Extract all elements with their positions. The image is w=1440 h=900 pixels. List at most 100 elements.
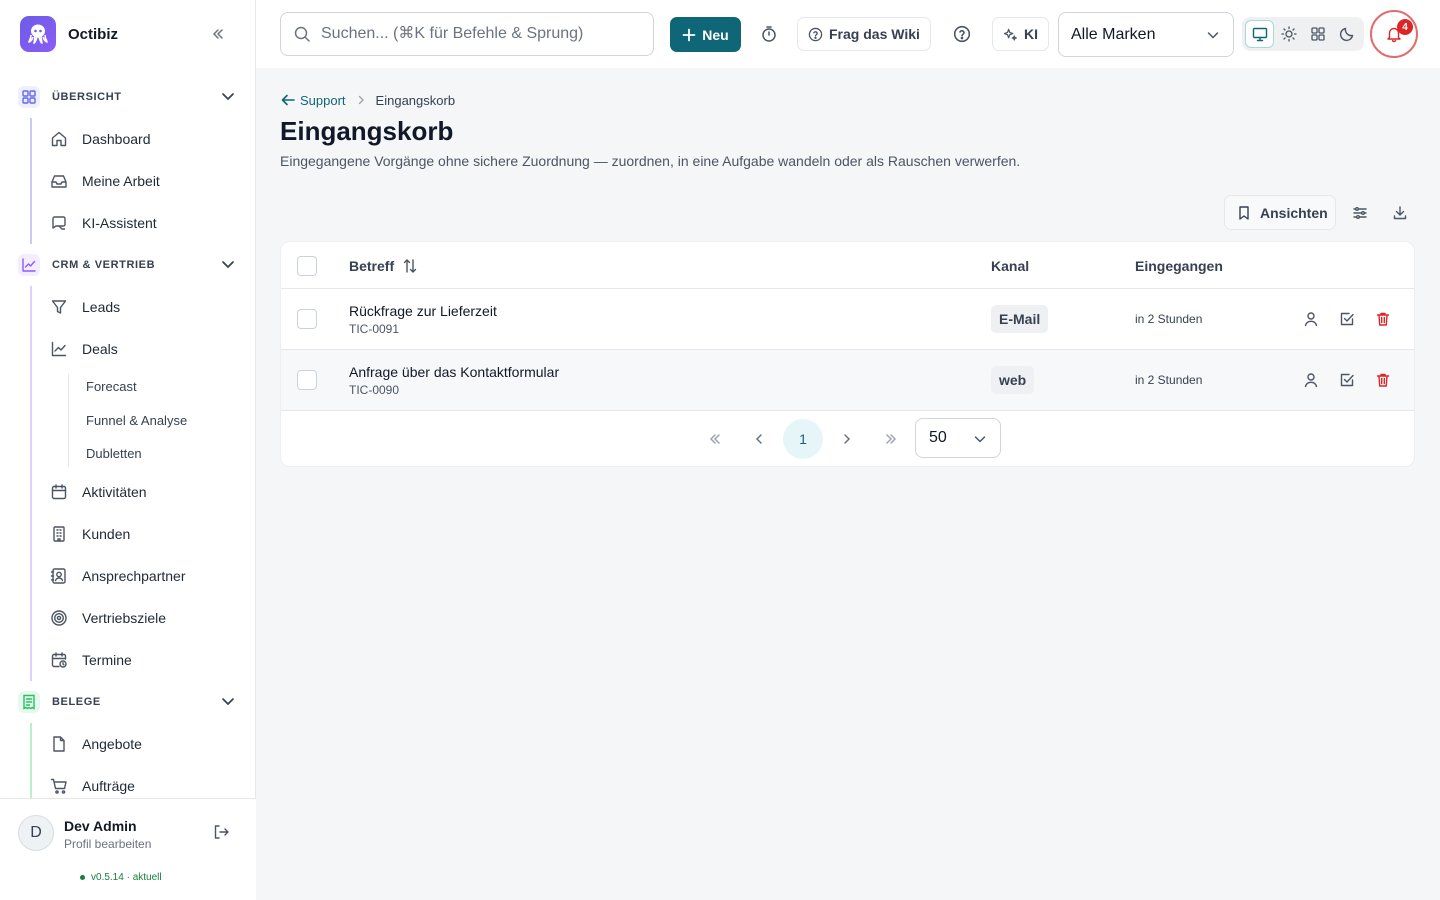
column-header-betreff[interactable]: Betreff bbox=[349, 258, 418, 274]
sidebar-subitem-funnel-analyse[interactable]: Funnel & Analyse bbox=[68, 404, 256, 438]
inbox-icon bbox=[51, 175, 67, 188]
version-info: v0.5.14 · aktuell bbox=[80, 872, 162, 883]
column-header-label: Eingegangen bbox=[1135, 258, 1223, 274]
sidebar-item-vertriebsziele[interactable]: Vertriebsziele bbox=[30, 597, 256, 639]
column-settings-icon[interactable] bbox=[1347, 200, 1373, 226]
chevron-down-icon bbox=[1207, 32, 1219, 39]
notifications-button[interactable]: 4 bbox=[1370, 10, 1418, 58]
section-crm-vertrieb[interactable]: CRM & VERTRIEB bbox=[0, 244, 256, 286]
collapse-sidebar-icon[interactable] bbox=[206, 22, 230, 46]
new-button[interactable]: Neu bbox=[670, 17, 741, 52]
notification-badge: 4 bbox=[1397, 19, 1413, 35]
chevron-down-icon bbox=[974, 436, 986, 443]
views-button[interactable]: Ansichten bbox=[1224, 195, 1336, 230]
assign-user-icon[interactable] bbox=[1300, 369, 1322, 391]
sidebar-item-leads[interactable]: Leads bbox=[30, 286, 256, 328]
arrow-left-icon bbox=[281, 94, 295, 106]
table-row[interactable]: Anfrage über das Kontaktformular TIC-009… bbox=[281, 350, 1414, 411]
section-uebersicht[interactable]: ÜBERSICHT bbox=[0, 76, 256, 118]
calendar-icon bbox=[51, 483, 67, 499]
line-chart-icon bbox=[51, 341, 67, 357]
sidebar-item-label: Meine Arbeit bbox=[82, 173, 160, 189]
row-checkbox[interactable] bbox=[297, 370, 317, 390]
channel-badge: web bbox=[991, 366, 1035, 394]
channel-badge: E-Mail bbox=[991, 305, 1049, 333]
sidebar-item-label: Kunden bbox=[82, 525, 131, 542]
chat-icon bbox=[52, 216, 66, 230]
sidebar-item-termine[interactable]: Termine bbox=[30, 639, 256, 681]
new-button-label: Neu bbox=[702, 26, 729, 43]
chevron-right-icon bbox=[358, 95, 364, 105]
section-belege[interactable]: BELEGE bbox=[0, 681, 256, 723]
section-label: ÜBERSICHT bbox=[52, 91, 122, 103]
sidebar-subitem-forecast[interactable]: Forecast bbox=[68, 370, 256, 404]
page-size-select[interactable]: 50 bbox=[915, 418, 1001, 458]
breadcrumb-current: Eingangskorb bbox=[375, 92, 456, 108]
brand-select[interactable]: Alle Marken bbox=[1058, 12, 1234, 57]
sidebar-item-dashboard[interactable]: Dashboard bbox=[30, 118, 256, 160]
page-title: Eingangskorb bbox=[280, 116, 454, 146]
prev-page-icon[interactable] bbox=[739, 419, 779, 459]
convert-task-icon[interactable] bbox=[1336, 308, 1358, 330]
sidebar-item-label: Termine bbox=[82, 651, 132, 668]
sun-icon[interactable] bbox=[1274, 20, 1303, 48]
table-header: Betreff Kanal Eingegangen bbox=[281, 242, 1414, 289]
theme-switcher bbox=[1242, 17, 1364, 51]
sidebar-item-label: Dashboard bbox=[82, 131, 151, 147]
edit-profile-link[interactable]: Profil bearbeiten bbox=[64, 837, 151, 851]
column-header-label: Betreff bbox=[349, 258, 395, 274]
breadcrumb-back-link[interactable]: Support bbox=[280, 92, 346, 108]
brand-select-value: Alle Marken bbox=[1071, 25, 1156, 43]
column-header-kanal: Kanal bbox=[991, 258, 1029, 274]
chevron-down-icon bbox=[222, 261, 234, 269]
building-icon bbox=[53, 525, 65, 542]
app-name: Octibiz bbox=[68, 25, 119, 43]
brand[interactable]: Octibiz bbox=[20, 16, 118, 52]
sidebar-subitem-dubletten[interactable]: Dubletten bbox=[68, 437, 256, 471]
avatar[interactable]: D bbox=[18, 815, 54, 851]
sidebar-item-label: KI-Assistent bbox=[82, 215, 157, 231]
row-subject[interactable]: Anfrage über das Kontaktformular bbox=[349, 364, 559, 380]
user-name: Dev Admin bbox=[64, 818, 137, 834]
next-page-icon[interactable] bbox=[827, 419, 867, 459]
last-page-icon[interactable] bbox=[871, 419, 911, 459]
timer-icon[interactable] bbox=[754, 19, 784, 49]
download-icon[interactable] bbox=[1387, 200, 1413, 226]
inbox-table: Betreff Kanal Eingegangen Rückfrage zur … bbox=[280, 241, 1415, 467]
chevron-down-icon bbox=[222, 93, 234, 101]
ask-wiki-button[interactable]: Frag das Wiki bbox=[797, 17, 931, 51]
status-dot bbox=[80, 875, 85, 880]
trash-icon[interactable] bbox=[1372, 308, 1394, 330]
page-description: Eingegangene Vorgänge ohne sichere Zuord… bbox=[280, 153, 1021, 169]
layout-grid-icon[interactable] bbox=[1303, 20, 1332, 48]
moon-icon[interactable] bbox=[1332, 20, 1361, 48]
convert-task-icon[interactable] bbox=[1336, 369, 1358, 391]
ai-button[interactable]: KI bbox=[992, 17, 1049, 51]
help-icon[interactable] bbox=[947, 19, 977, 49]
first-page-icon[interactable] bbox=[695, 419, 735, 459]
sidebar-item-deals[interactable]: Deals bbox=[30, 328, 256, 370]
table-row[interactable]: Rückfrage zur Lieferzeit TIC-0091 E-Mail… bbox=[281, 289, 1414, 350]
desktop-icon[interactable] bbox=[1245, 20, 1274, 48]
breadcrumb: Support Eingangskorb bbox=[280, 92, 455, 108]
row-subject[interactable]: Rückfrage zur Lieferzeit bbox=[349, 303, 497, 319]
sidebar-item-label: Leads bbox=[82, 299, 121, 315]
sidebar-item-ki-assistent[interactable]: KI-Assistent bbox=[30, 202, 256, 244]
sidebar-item-meine-arbeit[interactable]: Meine Arbeit bbox=[30, 160, 256, 202]
select-all-checkbox[interactable] bbox=[297, 256, 317, 276]
sidebar-item-auftraege[interactable]: Aufträge bbox=[30, 765, 256, 799]
row-checkbox[interactable] bbox=[297, 309, 317, 329]
sidebar-item-ansprechpartner[interactable]: Ansprechpartner bbox=[30, 555, 256, 597]
user-panel: D Dev Admin Profil bearbeiten v0.5.14 · … bbox=[0, 798, 256, 900]
assign-user-icon[interactable] bbox=[1300, 308, 1322, 330]
ask-wiki-label: Frag das Wiki bbox=[829, 26, 920, 42]
search-box[interactable] bbox=[280, 12, 654, 56]
page-number-button[interactable]: 1 bbox=[783, 419, 823, 459]
sidebar-item-aktivitaeten[interactable]: Aktivitäten bbox=[30, 471, 256, 513]
sidebar-item-label: Aktivitäten bbox=[82, 483, 147, 500]
trash-icon[interactable] bbox=[1372, 369, 1394, 391]
search-input[interactable] bbox=[321, 25, 641, 43]
logout-icon[interactable] bbox=[212, 823, 234, 845]
sidebar-item-kunden[interactable]: Kunden bbox=[30, 513, 256, 555]
sidebar-item-angebote[interactable]: Angebote bbox=[30, 723, 256, 765]
